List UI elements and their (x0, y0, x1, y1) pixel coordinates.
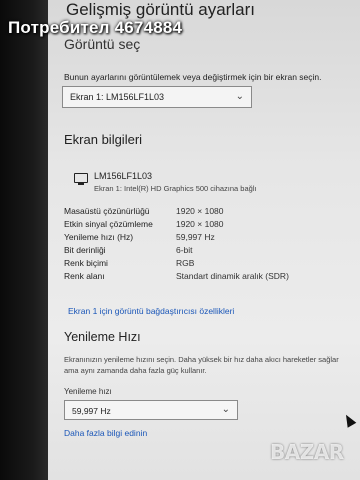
user-watermark: Потребител 4674884 (8, 18, 183, 37)
info-row-color-space: Renk alanı Standart dinamik aralık (SDR) (64, 271, 344, 284)
info-value: 6-bit (176, 245, 193, 255)
info-key: Etkin sinyal çözümleme (64, 219, 153, 229)
page-title: Gelişmiş görüntü ayarları (66, 0, 255, 19)
refresh-rate-dropdown-value: 59,997 Hz (72, 406, 111, 416)
info-value: 1920 × 1080 (176, 206, 224, 216)
refresh-rate-dropdown[interactable]: 59,997 Hz ⌄ (64, 400, 238, 420)
info-value: 59,997 Hz (176, 232, 215, 242)
info-row-bit-depth: Bit derinliği 6-bit (64, 245, 344, 258)
display-info-table: Masaüstü çözünürlüğü 1920 × 1080 Etkin s… (64, 206, 344, 284)
monitor-icon (74, 173, 88, 185)
adapter-properties-link[interactable]: Ekran 1 için görüntü bağdaştırıcısı özel… (68, 306, 234, 316)
monitor-adapter-text: Ekran 1: Intel(R) HD Graphics 500 cihazı… (94, 184, 257, 193)
info-row-color-format: Renk biçimi RGB (64, 258, 344, 271)
display-dropdown[interactable]: Ekran 1: LM156LF1L03 ⌄ (62, 86, 252, 108)
screen-bezel-left (0, 0, 48, 480)
refresh-rate-description: Ekranınızın yenileme hızını seçin. Daha … (64, 355, 339, 375)
chevron-down-icon: ⌄ (221, 404, 230, 415)
info-value: Standart dinamik aralık (SDR) (176, 271, 289, 281)
info-row-refresh-rate: Yenileme hızı (Hz) 59,997 Hz (64, 232, 344, 245)
info-value: RGB (176, 258, 195, 268)
learn-more-link[interactable]: Daha fazla bilgi edinin (64, 428, 147, 438)
mouse-cursor-icon (341, 412, 357, 428)
info-row-desktop-resolution: Masaüstü çözünürlüğü 1920 × 1080 (64, 206, 344, 219)
info-key: Masaüstü çözünürlüğü (64, 206, 150, 216)
section-title-select-display: Görüntü seç (64, 36, 141, 52)
info-key: Renk alanı (64, 271, 105, 281)
select-display-instruction: Bunun ayarlarını görüntülemek veya değiş… (64, 72, 322, 82)
refresh-rate-label: Yenileme hızı (64, 387, 112, 396)
chevron-down-icon: ⌄ (235, 91, 244, 102)
display-info-title: Ekran bilgileri (64, 132, 143, 147)
refresh-rate-title: Yenileme Hızı (64, 330, 141, 344)
brand-logo-watermark: BAZAR (270, 440, 344, 464)
info-key: Bit derinliği (64, 245, 106, 255)
info-key: Yenileme hızı (Hz) (64, 232, 134, 242)
settings-window: Gelişmiş görüntü ayarları Görüntü seç Bu… (48, 0, 360, 480)
monitor-name: LM156LF1L03 (94, 171, 153, 181)
info-value: 1920 × 1080 (176, 219, 224, 229)
info-row-active-signal: Etkin sinyal çözümleme 1920 × 1080 (64, 219, 344, 232)
display-dropdown-value: Ekran 1: LM156LF1L03 (70, 92, 165, 102)
info-key: Renk biçimi (64, 258, 108, 268)
